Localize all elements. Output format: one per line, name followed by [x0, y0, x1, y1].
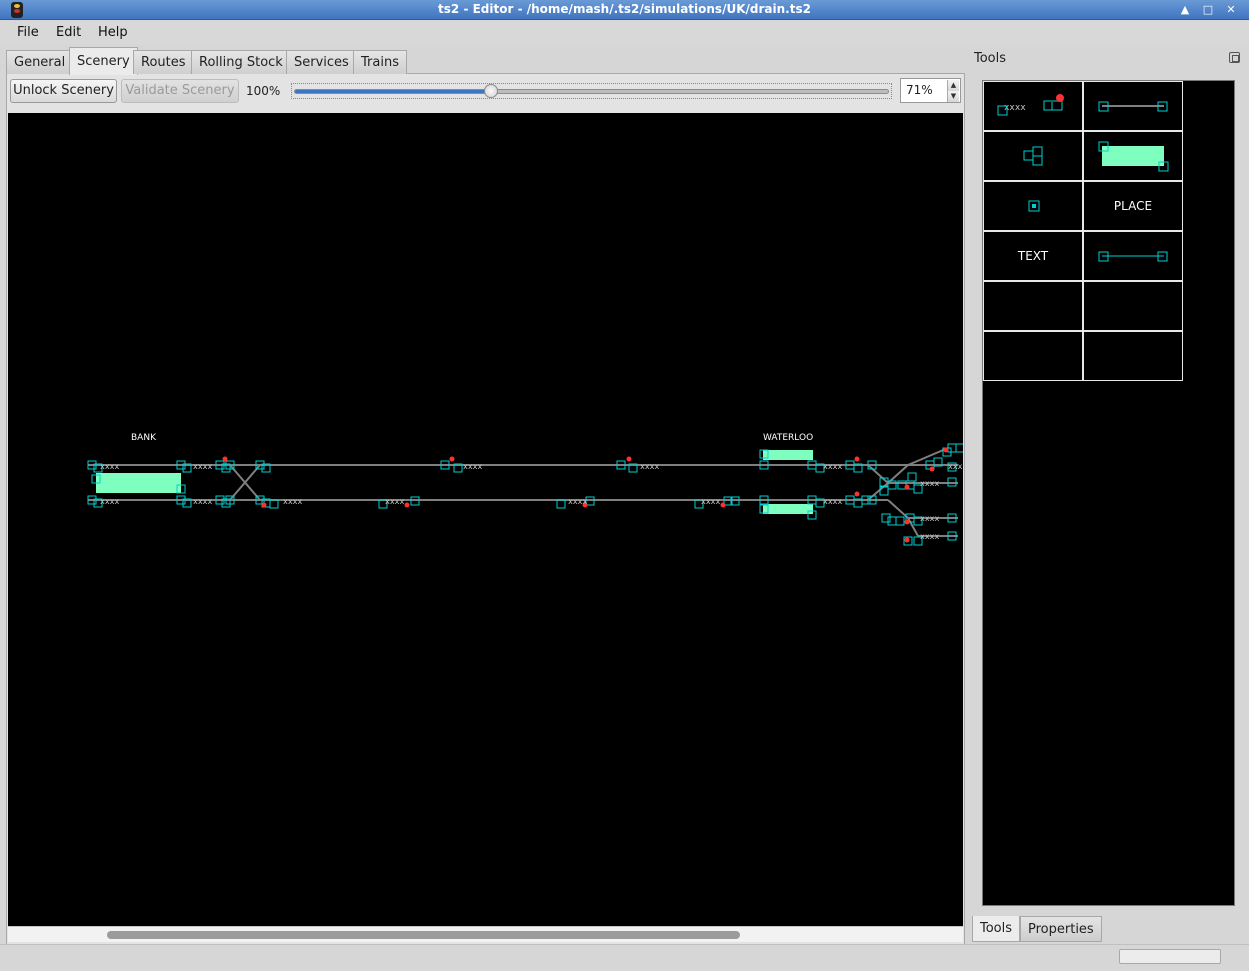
maximize-arrow-icon[interactable]: ▲ — [1176, 2, 1194, 18]
signal-light[interactable] — [626, 456, 632, 462]
zoom-slider-fill — [295, 90, 491, 93]
track-layout[interactable]: xxxx xxxx xxxx xxxx xxxx xxxx xxxx xxxx xxxx xxxx… — [8, 113, 963, 926]
zoom-slider-thumb[interactable] — [483, 84, 498, 98]
signal-light[interactable] — [404, 502, 410, 508]
signal-tool[interactable]: xxxx — [983, 81, 1083, 131]
signal-marker-text: xxxx — [701, 497, 720, 506]
scenery-canvas[interactable]: xxxx xxxx xxxx xxxx xxxx xxxx xxxx xxxx xxxx xxxx… — [8, 113, 963, 926]
validate-scenery-button[interactable]: Validate Scenery — [121, 79, 239, 103]
tool-empty-slot — [1083, 281, 1183, 331]
horizontal-scrollbar[interactable] — [8, 926, 963, 942]
place-tool-label: PLACE — [1113, 199, 1153, 213]
tool-empty-slot — [1083, 331, 1183, 381]
line-tool-icon — [1098, 101, 1168, 112]
signal-marker-text: xxxx — [193, 462, 212, 471]
window-title: ts2 - Editor - /home/mash/.ts2/simulatio… — [438, 2, 811, 16]
signal-marker-text: xxxx — [920, 532, 939, 541]
signal-marker-text: xxxx — [948, 462, 963, 471]
signal-marker-text: xxxx — [385, 497, 404, 506]
menu-file[interactable]: File — [17, 25, 39, 40]
close-icon[interactable]: ✕ — [1222, 2, 1240, 18]
scrollbar-thumb[interactable] — [107, 931, 740, 939]
track-item-box[interactable] — [269, 499, 279, 509]
spin-down-icon[interactable]: ▼ — [947, 91, 959, 102]
unlock-scenery-button[interactable]: Unlock Scenery — [10, 79, 117, 103]
signal-marker-text: xxxx — [100, 497, 119, 506]
zoom-slider-track — [294, 84, 889, 98]
tab-trains[interactable]: Trains — [353, 50, 407, 74]
signal-marker-text: xxxx — [823, 462, 842, 471]
signal-light[interactable] — [929, 466, 935, 472]
tab-services[interactable]: Services — [286, 50, 357, 74]
invisible-link-tool-icon — [1098, 251, 1168, 262]
end-tool[interactable] — [983, 181, 1083, 231]
dock-tab-properties[interactable]: Properties — [1020, 916, 1102, 942]
menu-edit[interactable]: Edit — [56, 25, 81, 40]
signal-marker-text: xxxx — [640, 462, 659, 471]
tab-rolling-stock[interactable]: Rolling Stock — [191, 50, 291, 74]
dock-tab-tools[interactable]: Tools — [972, 916, 1021, 942]
status-bar — [0, 944, 1249, 971]
menu-help[interactable]: Help — [98, 25, 128, 40]
place-label-bank[interactable]: BANK — [131, 433, 157, 443]
place-label-waterloo[interactable]: WATERLOO — [763, 433, 813, 443]
signal-marker-text: xxxx — [283, 497, 302, 506]
tab-general[interactable]: General — [6, 50, 74, 74]
signal-marker-text: xxxx — [823, 497, 842, 506]
signal-light[interactable] — [449, 456, 455, 462]
tools-dock-title: Tools — [974, 51, 1007, 66]
undock-icon[interactable] — [1229, 52, 1240, 63]
restore-icon[interactable]: □ — [1199, 2, 1217, 18]
signal-light[interactable] — [261, 502, 267, 508]
menu-bar: File Edit Help — [0, 21, 1249, 45]
text-tool[interactable]: TEXT — [983, 231, 1083, 281]
zoom-min-label: 100% — [246, 84, 281, 98]
track-item-box[interactable] — [881, 513, 891, 523]
signal-light[interactable] — [904, 537, 910, 543]
track-item-box[interactable] — [907, 472, 917, 482]
signal-markers: xxxx xxxx xxxx xxxx xxxx xxxx xxxx xxxx xxxx xxxx… — [100, 462, 963, 541]
signal-light[interactable] — [854, 491, 860, 497]
signal-marker-text: xxxx — [920, 514, 939, 523]
signal-marker-text: xxxx — [568, 497, 587, 506]
line-tool[interactable] — [1083, 81, 1183, 131]
platform-tool[interactable] — [1083, 131, 1183, 181]
signal-light[interactable] — [720, 502, 726, 508]
platform-tool-icon — [1098, 141, 1169, 172]
text-tool-label: TEXT — [1017, 249, 1049, 263]
tools-panel: xxxx PLACE TEXT — [982, 80, 1235, 906]
zoom-spinbox[interactable]: 71% ▲ ▼ — [900, 78, 961, 103]
track-item-box[interactable] — [556, 499, 566, 509]
signal-light[interactable] — [943, 447, 949, 453]
signal-light[interactable] — [904, 484, 910, 490]
signal-marker-text: xxxx — [463, 462, 482, 471]
points-tool-icon — [1023, 146, 1043, 166]
status-progress — [1119, 949, 1221, 964]
track-item-box[interactable] — [895, 516, 905, 526]
signal-marker-text: xxxx — [920, 479, 939, 488]
signal-marker-text: xxxx — [193, 497, 212, 506]
signal-light[interactable] — [854, 456, 860, 462]
tab-routes[interactable]: Routes — [133, 50, 194, 74]
track-item-box[interactable] — [955, 443, 963, 453]
zoom-value[interactable]: 71% — [906, 83, 933, 97]
tool-empty-slot — [983, 281, 1083, 331]
invisible-link-tool[interactable] — [1083, 231, 1183, 281]
track-item-box[interactable] — [887, 516, 897, 526]
signal-light[interactable] — [904, 519, 910, 525]
tab-scenery[interactable]: Scenery — [69, 47, 138, 75]
spin-up-icon[interactable]: ▲ — [947, 80, 959, 91]
signal-light[interactable] — [222, 456, 228, 462]
signal-marker-text: xxxx — [100, 462, 119, 471]
points-tool[interactable] — [983, 131, 1083, 181]
line-items — [87, 443, 963, 546]
tool-empty-slot — [983, 331, 1083, 381]
signal-tool-icon: xxxx — [997, 94, 1064, 116]
end-tool-icon — [1028, 200, 1040, 212]
place-tool[interactable]: PLACE — [1083, 181, 1183, 231]
title-bar: ts2 - Editor - /home/mash/.ts2/simulatio… — [0, 0, 1249, 20]
zoom-slider[interactable] — [291, 83, 892, 99]
